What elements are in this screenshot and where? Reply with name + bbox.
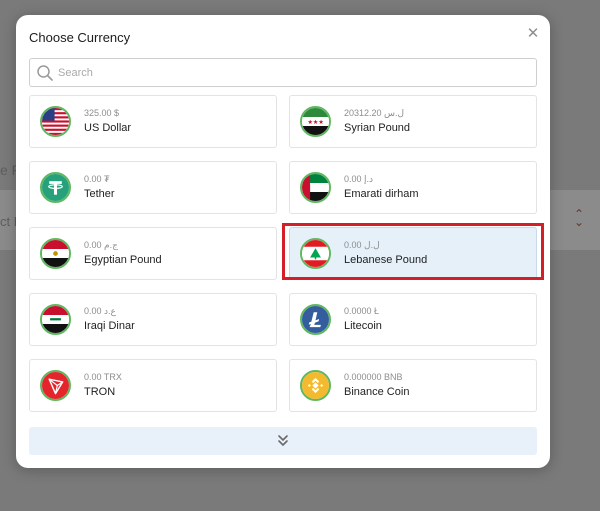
currency-card-syrian-pound[interactable]: ★ ★ ★ 20312.20 ل.س Syrian Pound xyxy=(289,95,537,148)
currency-amount: 0.0000 Ł xyxy=(344,306,380,316)
currency-amount: 0.00 ع.د xyxy=(84,306,116,316)
currency-amount: 0.00 ₮ xyxy=(84,174,110,184)
currency-name: Binance Coin xyxy=(344,386,410,398)
iraq-flag-icon xyxy=(40,304,71,335)
litecoin-icon xyxy=(300,304,331,335)
currency-card-binance-coin[interactable]: 0.000000 BNB Binance Coin xyxy=(289,359,537,412)
currency-amount: 20312.20 ل.س xyxy=(344,108,405,118)
currency-card-egyptian-pound[interactable]: 0.00 ج.م Egyptian Pound xyxy=(29,227,277,280)
currency-card-us-dollar[interactable]: 325.00 $ US Dollar xyxy=(29,95,277,148)
currency-amount: 325.00 $ xyxy=(84,108,120,118)
currency-name: Egyptian Pound xyxy=(84,254,162,266)
close-icon[interactable]: ✕ xyxy=(526,26,540,41)
us-flag-icon xyxy=(40,106,71,137)
currency-grid: 325.00 $ US Dollar ★ ★ ★ 20312.20 ل.س Sy… xyxy=(29,95,544,412)
tether-icon xyxy=(40,172,71,203)
background-chevron-icon: ⌃ ⌄ xyxy=(574,207,585,229)
search-icon xyxy=(37,65,53,81)
currency-name: Lebanese Pound xyxy=(344,254,428,266)
currency-card-iraqi-dinar[interactable]: 0.00 ع.د Iraqi Dinar xyxy=(29,293,277,346)
currency-name: Iraqi Dinar xyxy=(84,320,135,332)
currency-card-litecoin[interactable]: 0.0000 Ł Litecoin xyxy=(289,293,537,346)
dialog-title: Choose Currency xyxy=(29,30,131,45)
svg-text:★: ★ xyxy=(318,119,324,126)
uae-flag-icon xyxy=(300,172,331,203)
currency-name: TRON xyxy=(84,386,116,398)
currency-amount: 0.00 ج.م xyxy=(84,240,118,250)
binance-icon xyxy=(300,370,331,401)
search-input[interactable] xyxy=(58,59,528,86)
load-more-button[interactable] xyxy=(29,427,537,455)
currency-name: Litecoin xyxy=(344,320,382,332)
currency-card-tron[interactable]: 0.00 TRX TRON xyxy=(29,359,277,412)
syria-flag-icon: ★ ★ ★ xyxy=(300,106,331,137)
currency-name: Syrian Pound xyxy=(344,122,411,134)
currency-name: Emarati dirham xyxy=(344,188,419,200)
choose-currency-dialog: Choose Currency ✕ Search 325.00 $ US Dol… xyxy=(16,15,550,468)
search-box xyxy=(29,58,537,87)
currency-amount: 0.00 د.إ xyxy=(344,174,374,184)
currency-card-tether[interactable]: 0.00 ₮ Tether xyxy=(29,161,277,214)
tron-icon xyxy=(40,370,71,401)
lebanon-flag-icon xyxy=(300,238,331,269)
currency-name: Tether xyxy=(84,188,115,200)
currency-amount: 0.00 ل.ل xyxy=(344,240,380,250)
currency-card-emarati-dirham[interactable]: 0.00 د.إ Emarati dirham xyxy=(289,161,537,214)
currency-card-lebanese-pound[interactable]: 0.00 ل.ل Lebanese Pound xyxy=(282,223,544,280)
double-chevron-down-icon xyxy=(278,435,288,446)
egypt-flag-icon xyxy=(40,238,71,269)
currency-amount: 0.000000 BNB xyxy=(344,372,403,382)
currency-amount: 0.00 TRX xyxy=(84,372,122,382)
currency-name: US Dollar xyxy=(84,122,132,134)
